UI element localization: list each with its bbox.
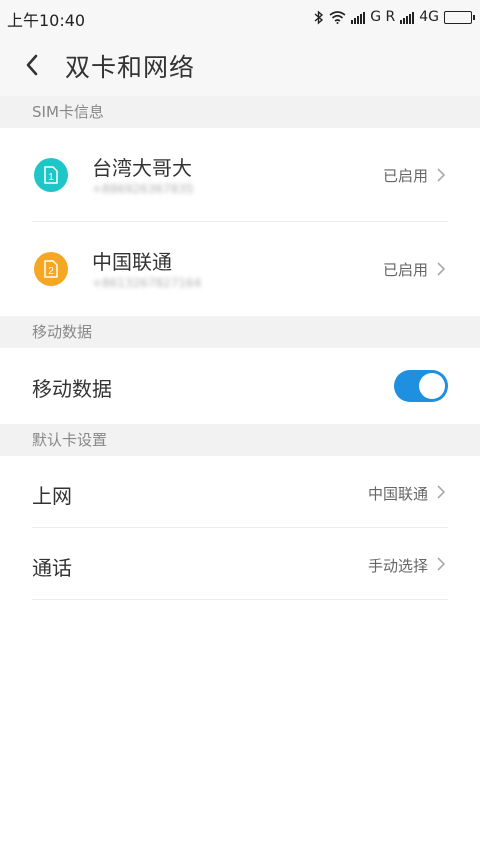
sim1-icon: 1 bbox=[34, 158, 68, 192]
sim2-icon: 2 bbox=[34, 252, 68, 286]
sim-name: 中国联通 bbox=[92, 250, 172, 274]
battery-icon bbox=[444, 10, 475, 24]
section-header-default-card: 默认卡设置 bbox=[0, 424, 480, 456]
chevron-right-icon bbox=[437, 168, 446, 182]
sim-status: 已启用 bbox=[382, 167, 428, 185]
sim-card-row-1[interactable]: 1 台湾大哥大 +886926367835 已启用 bbox=[0, 128, 480, 222]
mobile-data-row[interactable]: 移动数据 bbox=[0, 348, 480, 424]
section-header-sim-info: SIM卡信息 bbox=[0, 96, 480, 128]
wifi-icon bbox=[329, 11, 346, 24]
status-time: 上午10:40 bbox=[7, 11, 86, 30]
default-card-row-calls[interactable]: 通话 手动选择 bbox=[0, 528, 480, 600]
signal-icon-sim1 bbox=[351, 11, 366, 24]
section-header-mobile-data: 移动数据 bbox=[0, 316, 480, 348]
chevron-right-icon bbox=[437, 557, 446, 571]
sim-number: +886926367835 bbox=[92, 182, 194, 196]
mobile-data-toggle[interactable] bbox=[394, 370, 448, 402]
network-text: G R bbox=[370, 9, 396, 25]
mobile-data-label: 移动数据 bbox=[32, 377, 112, 401]
network-type: 4G bbox=[419, 9, 439, 25]
default-card-row-internet[interactable]: 上网 中国联通 bbox=[0, 456, 480, 528]
page-title: 双卡和网络 bbox=[65, 53, 196, 82]
sim-number: +8613267827164 bbox=[92, 276, 202, 290]
toggle-knob bbox=[419, 373, 445, 399]
status-bar: 上午10:40 G R 4G bbox=[0, 0, 480, 34]
sim-status: 已启用 bbox=[382, 261, 428, 279]
row-value: 中国联通 bbox=[367, 485, 428, 503]
back-button[interactable] bbox=[14, 47, 50, 83]
back-arrow-icon bbox=[26, 54, 38, 76]
sim-card-icon: 1 bbox=[44, 166, 58, 184]
chevron-right-icon bbox=[437, 485, 446, 499]
sim-card-icon: 2 bbox=[44, 260, 58, 278]
svg-text:2: 2 bbox=[48, 266, 54, 277]
divider bbox=[32, 599, 448, 600]
sim-card-row-2[interactable]: 2 中国联通 +8613267827164 已启用 bbox=[0, 222, 480, 316]
svg-text:1: 1 bbox=[48, 172, 54, 183]
status-icons: G R 4G bbox=[314, 6, 475, 28]
sim-name: 台湾大哥大 bbox=[92, 156, 192, 180]
signal-icon-sim2 bbox=[400, 11, 415, 24]
row-label: 上网 bbox=[32, 484, 72, 508]
bluetooth-icon bbox=[314, 9, 324, 25]
app-bar: 双卡和网络 bbox=[0, 34, 480, 96]
row-label: 通话 bbox=[32, 556, 72, 580]
row-value: 手动选择 bbox=[367, 557, 428, 575]
chevron-right-icon bbox=[437, 262, 446, 276]
